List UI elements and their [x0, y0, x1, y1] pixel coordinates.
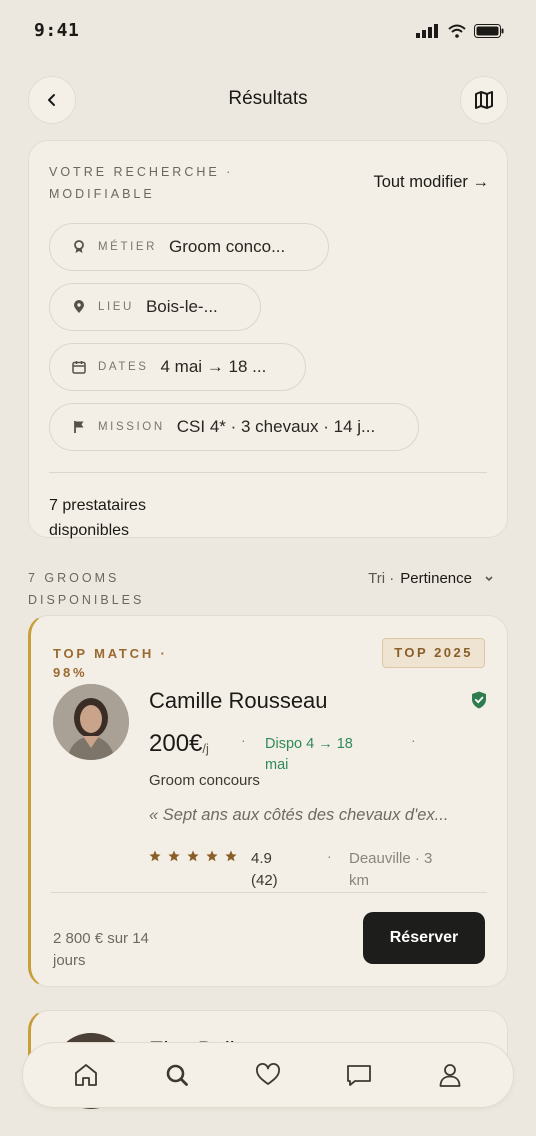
search-heading-line2: MODIFIABLE [49, 187, 155, 201]
location-line1: Deauville · 3 [349, 850, 433, 867]
chip-key: MISSION [98, 421, 165, 433]
wifi-icon [448, 24, 466, 38]
chip-value: Groom conco... [169, 237, 286, 256]
star-icon [206, 850, 218, 862]
user-icon [439, 1064, 460, 1087]
available-line2: disponibles [49, 522, 130, 539]
provider-name[interactable]: Camille Rousseau [149, 688, 328, 714]
rating: 4.9 (42) [251, 848, 278, 892]
rating-stars [149, 850, 237, 862]
chip-key: DATES [98, 361, 149, 373]
total-line1: 2 800 € sur 14 [53, 930, 149, 947]
home-icon [75, 1064, 98, 1086]
chip-key: LIEU [98, 301, 134, 313]
sort-value: Pertinence [400, 570, 472, 587]
chip-mission[interactable]: MISSION CSI 4* · 3 chevaux · 14 j... [49, 403, 419, 451]
status-icons [416, 24, 504, 38]
verified-shield-icon [472, 691, 486, 709]
heart-icon [256, 1063, 280, 1085]
total-line2: jours [53, 952, 86, 969]
chip-value: 4 mai → 18 ... [160, 357, 267, 376]
tab-profile[interactable] [428, 1053, 472, 1097]
tab-search[interactable] [155, 1053, 199, 1097]
map-pin-icon [72, 300, 86, 314]
chip-value: Bois-le-... [145, 297, 218, 316]
results-count: 7 GROOMS DISPONIBLES [28, 567, 144, 611]
price-value: 200€ [149, 730, 203, 757]
tab-bar [22, 1042, 514, 1108]
search-summary-card: VOTRE RECHERCHE · MODIFIABLE Tout modifi… [28, 140, 508, 539]
map-view-button[interactable] [460, 76, 508, 124]
award-icon [72, 240, 86, 254]
tab-favorites[interactable] [246, 1053, 290, 1097]
separator-dot: · [327, 848, 332, 864]
available-line1: 7 prestataires [49, 497, 146, 514]
star-icon [225, 850, 237, 862]
sort-prefix: Tri · [368, 570, 395, 587]
availability: Dispo 4 → 18 mai [265, 734, 353, 776]
search-icon [166, 1064, 189, 1086]
star-icon [149, 850, 161, 862]
modify-all-link[interactable]: Tout modifier → [373, 173, 489, 192]
reserve-button[interactable]: Réserver [363, 912, 485, 964]
price-unit: /j [202, 741, 209, 756]
results-count-line2: DISPONIBLES [28, 593, 145, 607]
message-icon [346, 1065, 371, 1086]
chevron-down-icon [485, 575, 493, 581]
availability-line1: Dispo 4 → 18 [265, 736, 353, 752]
provider-role: Groom concours [149, 772, 260, 789]
price: 200€ /j [149, 730, 209, 758]
match-line2: 98% [53, 665, 88, 680]
rating-value: 4.9 [251, 850, 272, 867]
chip-metier[interactable]: MÉTIER Groom conco... [49, 223, 329, 271]
chip-value: CSI 4* · 3 chevaux · 14 j... [176, 417, 376, 436]
top-badge: TOP 2025 [382, 638, 485, 668]
match-score: TOP MATCH · 98% [53, 644, 168, 682]
tab-home[interactable] [64, 1053, 108, 1097]
flag-icon [72, 420, 86, 434]
location: Deauville · 3 km [349, 848, 432, 892]
availability-line2: mai [265, 757, 289, 773]
search-heading: VOTRE RECHERCHE · MODIFIABLE [49, 161, 233, 205]
total-price: 2 800 € sur 14 jours [53, 928, 149, 972]
chip-lieu[interactable]: LIEU Bois-le-... [49, 283, 261, 331]
available-count: 7 prestataires disponibles [49, 493, 146, 543]
location-line2: km [349, 872, 369, 889]
match-line1: TOP MATCH · [53, 646, 168, 661]
avatar [53, 684, 129, 760]
page-title: Résultats [228, 88, 308, 109]
provider-quote: « Sept ans aux côtés des chevaux d'ex... [149, 806, 449, 824]
star-icon [187, 850, 199, 862]
sort-select[interactable]: Tri · Pertinence [368, 570, 494, 587]
review-count: (42) [251, 872, 278, 889]
tab-messages[interactable] [337, 1053, 381, 1097]
star-icon [168, 850, 180, 862]
map-icon [475, 91, 493, 109]
divider [51, 892, 487, 893]
chip-dates[interactable]: DATES 4 mai → 18 ... [49, 343, 306, 391]
results-count-line1: 7 GROOMS [28, 571, 120, 585]
result-card[interactable]: TOP MATCH · 98% TOP 2025 Camille Roussea… [28, 615, 508, 987]
separator-dot: · [241, 732, 246, 748]
battery-icon [474, 24, 504, 38]
status-time: 9:41 [34, 20, 80, 41]
search-heading-line1: VOTRE RECHERCHE · [49, 165, 234, 179]
calendar-icon [72, 360, 86, 374]
separator-dot: · [411, 732, 416, 748]
chip-key: MÉTIER [98, 241, 158, 253]
signal-icon [416, 24, 438, 38]
divider [49, 472, 487, 473]
